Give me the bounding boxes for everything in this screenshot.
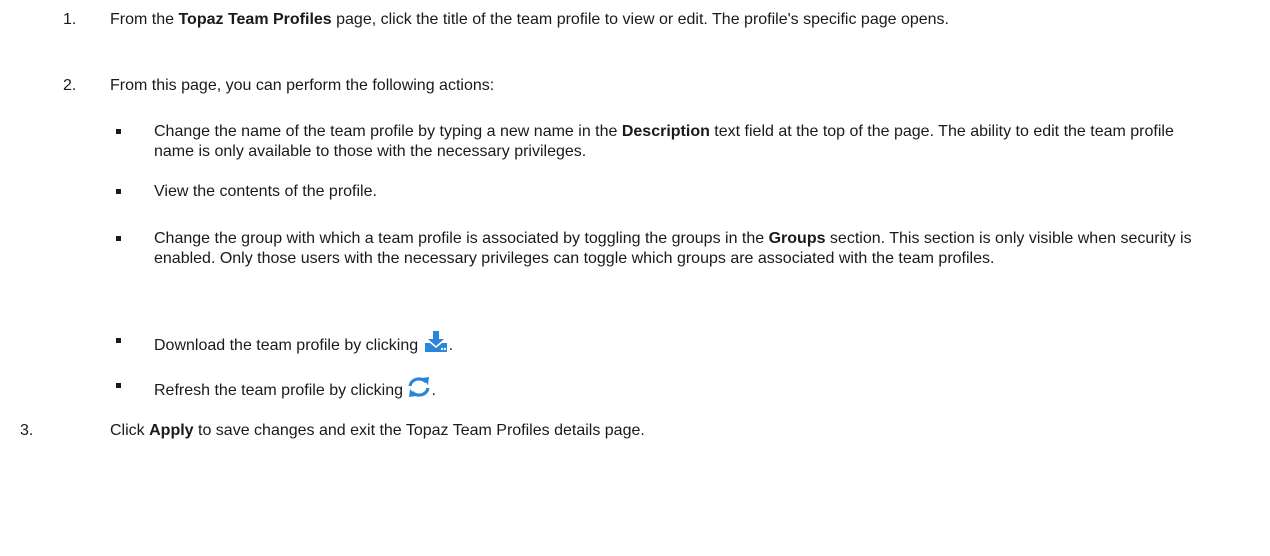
bullet-3-text-bold: Groups	[768, 230, 826, 247]
step-2-text: From this page, you can perform the foll…	[110, 77, 495, 94]
bullet-3-text: Change the group with which a team profi…	[154, 229, 1204, 269]
step-3-number: 3.	[20, 422, 34, 439]
step-2-number: 2.	[63, 77, 77, 94]
bullet-marker	[116, 129, 121, 134]
bullet-4-text-post: .	[448, 337, 454, 354]
bullet-marker	[116, 236, 121, 241]
step-1-text: From the Topaz Team Profiles page, click…	[110, 10, 1190, 30]
bullet-1-text-bold: Description	[621, 123, 710, 140]
bullet-1-text-pre: Change the name of the team profile by t…	[154, 123, 622, 140]
bullet-5-text-post: .	[431, 382, 436, 399]
bullet-marker	[116, 338, 121, 343]
step-3-text-bold: Apply	[149, 422, 194, 439]
bullet-1-text: Change the name of the team profile by t…	[154, 122, 1204, 162]
step-3-text-pre: Click	[110, 422, 150, 439]
bullet-4-text: Download the team profile by clicking .	[154, 331, 1204, 359]
download-icon	[423, 331, 449, 359]
step-3-text: Click Apply to save changes and exit the…	[110, 421, 1190, 441]
step-1-text-bold: Topaz Team Profiles	[178, 11, 332, 28]
step-3-text-post: to save changes and exit the Topaz Team …	[193, 422, 645, 439]
bullet-4-text-pre: Download the team profile by clicking	[154, 337, 423, 354]
step-1-text-pre: From the	[110, 11, 179, 28]
bullet-5-text-pre: Refresh the team profile by clicking	[154, 382, 408, 399]
refresh-icon	[407, 376, 431, 404]
bullet-marker	[116, 189, 121, 194]
step-1-number: 1.	[63, 11, 77, 28]
bullet-3-text-pre: Change the group with which a team profi…	[154, 230, 769, 247]
bullet-5-text: Refresh the team profile by clicking .	[154, 376, 1204, 404]
bullet-2-text: View the contents of the profile.	[154, 183, 377, 200]
bullet-marker	[116, 383, 121, 388]
step-1-text-post: page, click the title of the team profil…	[331, 11, 949, 28]
